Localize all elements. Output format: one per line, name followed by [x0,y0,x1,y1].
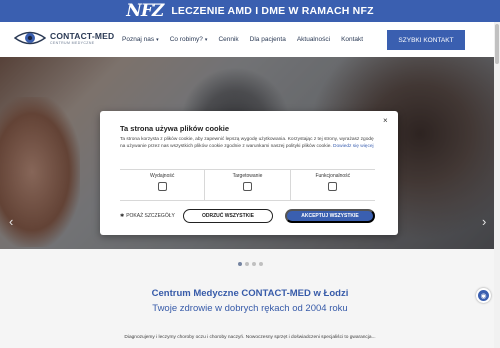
consent-category-targeting: Targetowanie [205,170,291,200]
nfz-logo: NFZ [126,1,164,21]
consent-checkbox[interactable] [328,182,338,191]
backdrop-lower [0,249,500,348]
slider-prev-icon[interactable]: ‹ [9,214,13,229]
nav-label: Poznaj nas [122,36,155,43]
nav-item-dla-pacjenta[interactable]: Dla pacjenta [250,36,286,43]
site-header: CONTACT-MED CENTRUM MEDYCZNE Poznaj nas … [0,22,500,57]
top-banner[interactable]: NFZ LECZENIE AMD I DME W RAMACH NFZ [0,0,500,22]
close-icon[interactable]: × [383,116,388,125]
chevron-down-icon: ▾ [156,36,159,43]
nav-item-cennik[interactable]: Cennik [218,36,238,43]
consent-category-performance: Wydajność [120,170,206,200]
accessibility-button[interactable]: ◉ [476,288,491,303]
learn-more-link[interactable]: Dowiedz się więcej [333,144,374,149]
logo-subtitle: CENTRUM MEDYCZNE [50,41,95,45]
main-nav: Poznaj nas ▾ Co robimy? ▾ Cennik Dla pac… [122,22,363,57]
nav-label: Aktualności [296,36,331,43]
consent-checkbox[interactable] [157,182,167,191]
chevron-down-icon: ▾ [204,36,208,43]
nav-item-aktualnosci[interactable]: Aktualności [297,36,330,43]
nav-label: Cennik [218,36,239,43]
quick-contact-button[interactable]: SZYBKI KONTAKT [387,30,465,50]
cookie-consent-dialog: × Ta strona używa plików cookie Ta stron… [100,111,398,235]
logo-text: CONTACT-MED CENTRUM MEDYCZNE [50,31,114,45]
logo-name: CONTACT-MED [50,31,115,41]
nav-item-kontakt[interactable]: Kontakt [341,36,363,43]
consent-label: Targetowanie [232,173,263,179]
nav-item-poznaj-nas[interactable]: Poznaj nas ▾ [122,36,159,43]
gear-icon: ✱ [120,213,125,219]
nav-item-co-robimy[interactable]: Co robimy? ▾ [170,36,208,43]
consent-checkbox[interactable] [242,182,252,191]
nav-label: Co robimy? [169,36,203,43]
show-details-label: POKAŻ SZCZEGÓŁY [126,213,175,219]
accessibility-icon: ◉ [480,292,487,300]
banner-text[interactable]: LECZENIE AMD I DME W RAMACH NFZ [171,5,373,17]
cookie-dialog-text: Ta strona korzysta z plików cookie, aby … [120,136,380,150]
consent-categories: Wydajność Targetowanie Funkcjonalność [120,169,375,201]
eye-logo-icon [14,31,46,45]
nav-label: Kontakt [341,36,364,43]
show-details-toggle[interactable]: ✱ POKAŻ SZCZEGÓŁY [120,213,175,219]
consent-label: Funkcjonalność [315,173,351,179]
reject-all-button[interactable]: ODRZUĆ WSZYSTKIE [183,209,273,223]
slider-next-icon[interactable]: › [482,214,486,229]
site-logo[interactable]: CONTACT-MED CENTRUM MEDYCZNE [14,29,114,47]
page-scrollbar[interactable] [494,22,500,348]
consent-label: Wydajność [149,173,175,179]
accept-all-button[interactable]: AKCEPTUJ WSZYSTKIE [285,209,375,223]
cookie-dialog-title: Ta strona używa plików cookie [120,124,230,133]
scrollbar-thumb[interactable] [495,24,499,64]
consent-category-functionality: Funkcjonalność [291,170,375,200]
nav-label: Dla pacjenta [249,36,286,43]
